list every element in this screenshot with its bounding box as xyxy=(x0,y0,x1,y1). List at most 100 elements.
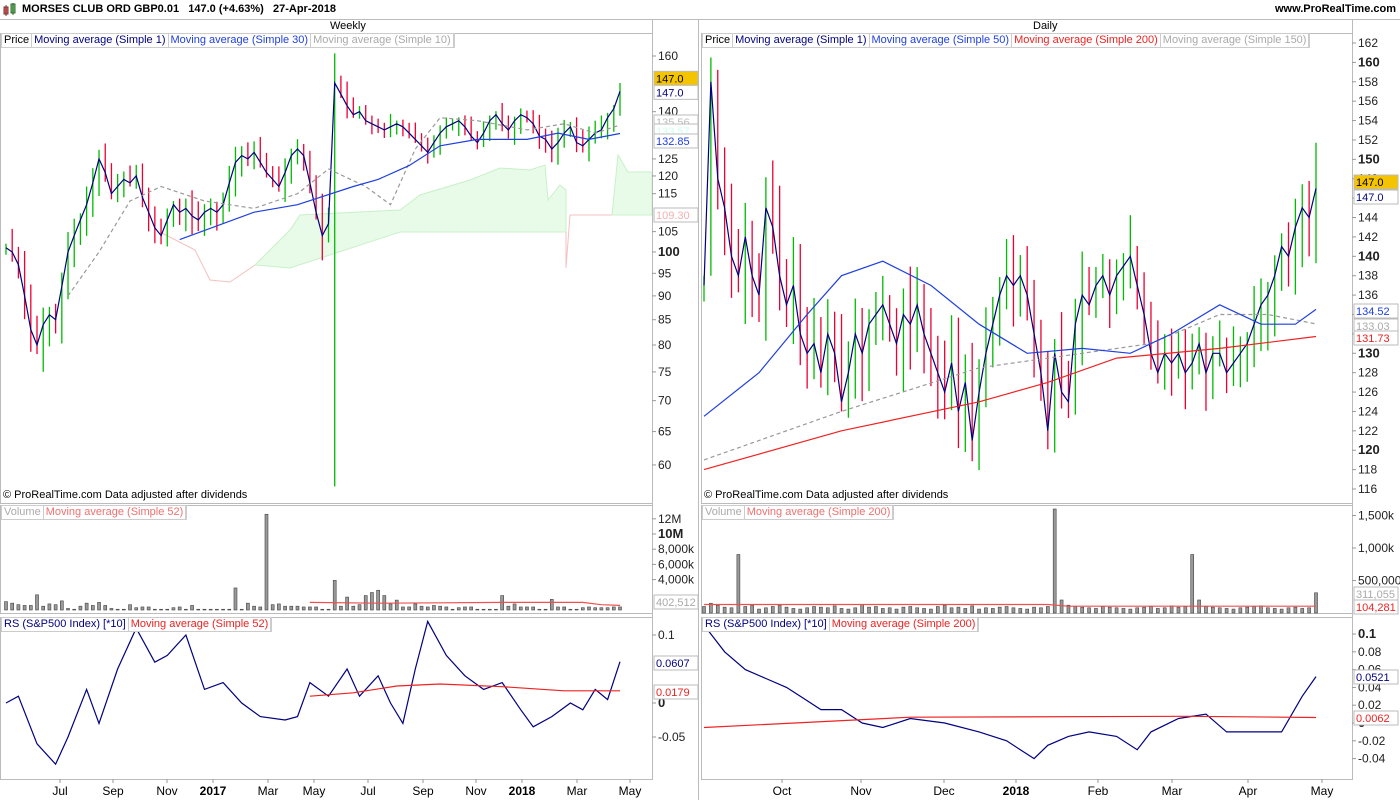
legend-ma150[interactable]: Moving average (Simple 150) xyxy=(1161,34,1310,47)
volume-bar xyxy=(839,608,844,614)
volume-bar xyxy=(798,608,803,614)
volume-bar xyxy=(1004,606,1009,614)
legend-ma10[interactable]: Moving average (Simple 10) xyxy=(311,34,454,47)
volume-bar xyxy=(722,606,727,614)
volume-bar xyxy=(580,607,585,611)
volume-bar xyxy=(1314,592,1318,614)
ma200-line xyxy=(703,335,1317,471)
volume-bar xyxy=(425,606,430,611)
volume-bar xyxy=(605,607,610,611)
left-volume-axis-label: 6,000k xyxy=(658,557,695,571)
volume-bar xyxy=(922,608,926,614)
left-x-label: Jul xyxy=(360,784,375,798)
left-ma30-tag: 132.85 xyxy=(656,136,690,148)
volume-bar xyxy=(812,606,816,614)
legend-ma200[interactable]: Moving average (Simple 200) xyxy=(1012,34,1161,47)
chart-canvas[interactable]: 160 140 125 120 115 105 100 95 90 85 80 75 70 65 60 12M… xyxy=(0,0,1400,800)
volume-bar xyxy=(1149,606,1153,614)
right-rs-axis-label: -0.02 xyxy=(1358,734,1386,748)
volume-bar xyxy=(984,607,988,614)
legend-rs[interactable]: RS (S&P500 Index) [*10] xyxy=(2,618,129,631)
volume-bar xyxy=(277,603,281,611)
volume-bar xyxy=(109,608,114,611)
volume-bar xyxy=(475,608,480,611)
volume-bar xyxy=(1259,605,1263,614)
volume-bar xyxy=(221,608,225,611)
legend-vol-ma[interactable]: Moving average (Simple 52) xyxy=(44,506,187,519)
legend-price[interactable]: Price xyxy=(2,34,33,47)
volume-bar xyxy=(1272,608,1277,614)
left-volume-axis-label: 8,000k xyxy=(658,542,695,556)
right-x-label: May xyxy=(1311,784,1334,798)
right-ma200-tag: 131.73 xyxy=(1356,333,1390,345)
left-x-label: 2017 xyxy=(200,784,227,798)
legend-ma1[interactable]: Moving average (Simple 1) xyxy=(32,34,169,47)
right-price-axis-label: 162 xyxy=(1358,36,1378,50)
volume-bar xyxy=(599,607,604,611)
legend-rs-ma[interactable]: Moving average (Simple 52) xyxy=(129,618,272,631)
volume-bar xyxy=(1252,606,1256,614)
right-price-axis-label: 140 xyxy=(1358,248,1380,263)
volume-bar xyxy=(593,607,597,611)
right-price-axis-label: 120 xyxy=(1358,442,1380,457)
right-ma50-tag: 134.52 xyxy=(1356,306,1390,318)
volume-bar xyxy=(190,605,194,611)
volume-bar xyxy=(413,603,418,611)
legend-volume[interactable]: Volume xyxy=(703,506,745,519)
left-x-label: Mar xyxy=(258,784,279,798)
volume-bar xyxy=(1300,608,1305,614)
legend-rs-ma[interactable]: Moving average (Simple 200) xyxy=(830,618,979,631)
volume-bar xyxy=(308,606,312,611)
left-rs-axis-label: 0.1 xyxy=(658,628,675,642)
left-x-label: May xyxy=(303,784,326,798)
volume-bar xyxy=(1073,606,1078,614)
volume-bar xyxy=(295,605,300,611)
volume-bar xyxy=(283,605,287,611)
volume-bar xyxy=(1107,606,1112,614)
volume-bar xyxy=(246,602,250,611)
pane-frame xyxy=(701,617,1353,780)
volume-bar xyxy=(970,605,974,614)
left-ma1-tag: 147.0 xyxy=(656,87,684,99)
right-volume-axis-label: 1,000k xyxy=(1358,541,1395,555)
legend-ma50[interactable]: Moving average (Simple 50) xyxy=(870,34,1013,47)
volume-bar xyxy=(140,606,145,611)
volume-bar xyxy=(791,608,796,614)
volume-bar xyxy=(103,605,108,611)
volume-ma-line xyxy=(309,601,621,606)
volume-bar xyxy=(784,606,789,614)
legend-vol-ma[interactable]: Moving average (Simple 200) xyxy=(745,506,894,519)
volume-bar xyxy=(84,602,89,611)
right-rs-tag: 0.0521 xyxy=(1356,672,1390,684)
volume-ma-line xyxy=(704,603,1316,607)
volume-bar xyxy=(357,604,362,611)
left-price-axis-label: 95 xyxy=(658,266,672,280)
right-price-axis-label: 144 xyxy=(1358,211,1378,225)
right-price-axis-label: 158 xyxy=(1358,75,1378,89)
legend-ma1[interactable]: Moving average (Simple 1) xyxy=(733,34,870,47)
legend-ma30[interactable]: Moving average (Simple 30) xyxy=(169,34,312,47)
legend-rs[interactable]: RS (S&P500 Index) [*10] xyxy=(703,618,830,631)
legend-price[interactable]: Price xyxy=(703,34,734,47)
volume-bar xyxy=(432,605,436,611)
volume-bar xyxy=(846,608,851,614)
volume-bar xyxy=(78,605,83,611)
volume-bar xyxy=(122,608,126,611)
right-x-label: Mar xyxy=(1162,784,1183,798)
volume-bar xyxy=(908,606,913,614)
volume-bar xyxy=(531,606,535,611)
volume-bar xyxy=(1245,606,1250,614)
volume-bar xyxy=(935,606,940,614)
legend-volume[interactable]: Volume xyxy=(2,506,44,519)
volume-bar xyxy=(991,608,995,614)
left-price-axis-label: 105 xyxy=(658,225,678,239)
volume-bar xyxy=(35,594,39,611)
right-price-axis-label: 116 xyxy=(1358,482,1377,496)
volume-bar xyxy=(825,607,830,614)
volume-bar xyxy=(525,606,529,611)
volume-bar xyxy=(750,604,754,614)
right-rs-axis-label: 0.1 xyxy=(1358,626,1376,641)
volume-bar xyxy=(942,604,947,614)
volume-bar xyxy=(215,608,219,611)
volume-bar xyxy=(1032,606,1036,614)
